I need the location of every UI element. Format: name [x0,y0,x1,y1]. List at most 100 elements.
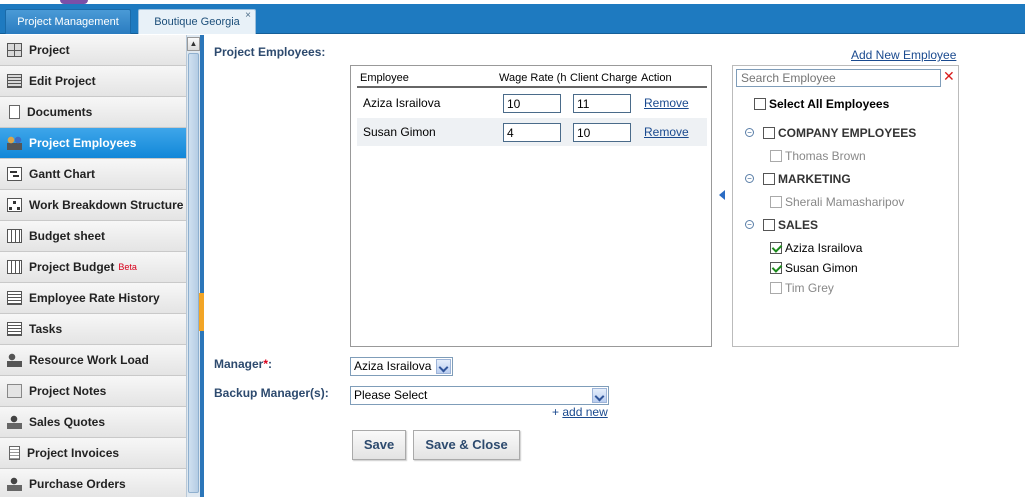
client-charge-input[interactable] [573,123,631,142]
sidebar-item-employee-rate-history[interactable]: Employee Rate History [0,283,186,314]
edit-icon [7,74,22,88]
member-row[interactable]: Tim Grey [770,280,834,295]
member-label: Tim Grey [785,280,834,295]
sidebar-item-resource-work-load[interactable]: Resource Work Load [0,345,186,376]
backup-manager-select-value: Please Select [354,388,428,402]
remove-link[interactable]: Remove [644,125,689,139]
quote-icon [7,415,22,429]
sidebar-item-sales-quotes[interactable]: Sales Quotes [0,407,186,438]
save-close-button[interactable]: Save & Close [413,430,520,460]
scrollbar-thumb[interactable] [188,53,199,493]
wage-rate-input[interactable] [503,123,561,142]
tab-label: Boutique Georgia [154,16,240,28]
member-row[interactable]: Aziza Israilova [770,240,862,255]
scroll-up-icon[interactable]: ▲ [187,37,200,51]
sidebar-item-tasks[interactable]: Tasks [0,314,186,345]
add-new-employee-link[interactable]: Add New Employee [851,48,956,62]
sidebar-item-label: Sales Quotes [29,415,106,429]
tab-project-management[interactable]: Project Management [5,9,131,34]
group-row[interactable]: − MARKETING [745,171,851,186]
select-all-checkbox[interactable] [754,97,766,110]
tree-icon [7,198,22,212]
sidebar-item-project[interactable]: Project [0,35,186,66]
sidebar-item-label: Project Employees [29,136,137,150]
collapse-group-icon[interactable]: − [745,128,754,138]
document-icon [9,105,20,119]
chevron-down-icon[interactable] [436,359,451,374]
add-new-link[interactable]: add new [562,405,607,419]
member-label: Aziza Israilova [785,240,863,255]
people-icon [7,136,22,150]
resource-icon [7,353,22,367]
client-charge-input[interactable] [573,94,631,113]
plus-icon: + [552,405,560,419]
group-label: MARKETING [778,171,851,186]
quote-icon [7,477,22,491]
sidebar-item-label: Purchase Orders [29,477,126,491]
sidebar-item-budget-sheet[interactable]: Budget sheet [0,221,186,252]
employee-name: Aziza Israilova [363,96,441,110]
search-employee-input[interactable] [736,69,941,87]
employee-name: Susan Gimon [363,125,436,139]
clear-search-icon[interactable]: ✕ [943,68,955,85]
group-checkbox[interactable] [763,126,775,139]
sidebar-scrollbar[interactable]: ▲ [186,35,200,497]
sidebar-item-work-breakdown-structure[interactable]: Work Breakdown Structure [0,190,186,221]
sidebar-item-project-budget[interactable]: Project Budget Beta [0,252,186,283]
sidebar-item-project-invoices[interactable]: Project Invoices [0,438,186,469]
employee-selector: ✕ Select All Employees − COMPANY EMPLOYEE… [732,65,959,347]
sidebar-item-label: Documents [27,105,93,119]
sidebar-item-gantt-chart[interactable]: Gantt Chart [0,159,186,190]
backup-manager-label: Backup Manager(s): [214,386,329,400]
sidebar-item-purchase-orders[interactable]: Purchase Orders [0,469,186,497]
close-icon[interactable]: × [245,4,251,28]
tab-bar: Project Management Boutique Georgia × [0,4,1025,34]
collapse-group-icon[interactable]: − [745,220,754,230]
member-checkbox[interactable] [770,261,782,274]
table-header: Employee Wage Rate (h Client Charge Acti… [357,70,707,88]
wage-rate-input[interactable] [503,94,561,113]
member-row[interactable]: Thomas Brown [770,148,866,163]
main-content: Project Employees: Add New Employee Empl… [204,35,1025,497]
manager-label: Manager*: [214,357,272,371]
group-checkbox[interactable] [763,172,775,185]
gantt-icon [7,167,22,181]
page-title: Project Employees: [214,45,326,59]
manager-select[interactable]: Aziza Israilova [350,357,453,376]
sheet-icon [7,229,22,243]
note-icon [7,384,22,398]
manager-select-value: Aziza Israilova [354,359,432,373]
member-checkbox[interactable] [770,241,782,254]
group-row[interactable]: − COMPANY EMPLOYEES [745,125,916,140]
group-row[interactable]: − SALES [745,217,818,232]
sidebar-item-project-employees[interactable]: Project Employees [0,128,186,159]
column-header-action: Action [641,72,672,84]
list-icon [7,291,22,305]
backup-manager-select[interactable]: Please Select [350,386,609,405]
member-checkbox[interactable] [770,195,782,208]
group-checkbox[interactable] [763,218,775,231]
group-label: SALES [778,217,819,232]
member-checkbox[interactable] [770,149,782,162]
table-row: Susan Gimon Remove [357,118,707,146]
sidebar-item-edit-project[interactable]: Edit Project [0,66,186,97]
member-checkbox[interactable] [770,281,782,294]
save-button[interactable]: Save [352,430,406,460]
select-all-row[interactable]: Select All Employees [754,96,889,111]
member-row[interactable]: Sherali Mamasharipov [770,194,904,209]
invoice-icon [9,446,20,460]
tab-boutique-georgia[interactable]: Boutique Georgia × [138,9,256,34]
sidebar-item-label: Project [29,43,70,57]
chevron-down-icon[interactable] [592,388,607,403]
collapse-group-icon[interactable]: − [745,174,754,184]
list-icon [7,322,22,336]
sidebar-item-label: Project Invoices [27,446,120,460]
sidebar-item-label: Resource Work Load [29,353,149,367]
group-label: COMPANY EMPLOYEES [778,125,917,140]
sidebar-item-project-notes[interactable]: Project Notes [0,376,186,407]
remove-link[interactable]: Remove [644,96,689,110]
sidebar-item-label: Employee Rate History [29,291,160,305]
collapse-arrow-icon[interactable] [719,190,725,200]
sidebar-item-documents[interactable]: Documents [0,97,186,128]
member-row[interactable]: Susan Gimon [770,260,858,275]
